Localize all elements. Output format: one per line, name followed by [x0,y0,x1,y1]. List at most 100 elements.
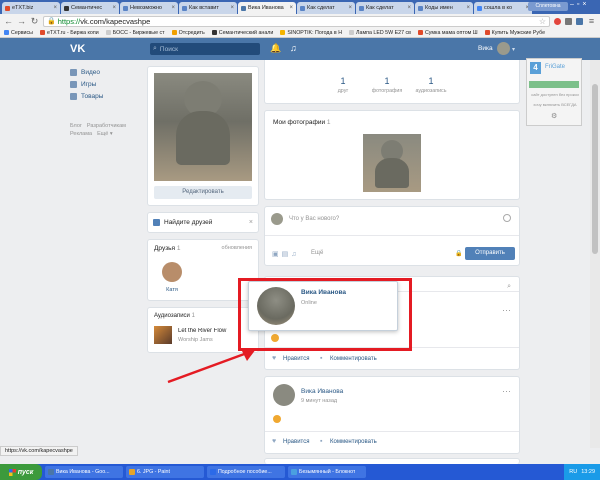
reload-icon[interactable]: ↻ [30,16,39,27]
bookmark-item[interactable]: eTXT.ru - Биржа копи [39,30,99,36]
comment-button[interactable]: Комментировать [330,439,377,445]
post-input[interactable]: Что у Вас нового? [289,216,339,222]
bell-icon[interactable]: 🔔 [270,43,281,54]
more-icon[interactable]: ··· [502,386,511,396]
close-tab-icon[interactable]: × [230,5,234,11]
user-name[interactable]: Вика [478,45,493,52]
like-button[interactable]: Нравится [283,439,309,445]
scrollbar-thumb[interactable] [592,84,598,254]
taskbar-item[interactable]: Вика Иванова - Goo... [45,466,123,478]
menu-icon[interactable]: ≡ [587,16,596,26]
footer-link[interactable]: Реклама [70,130,92,138]
window-controls[interactable]: –▫× [570,1,589,8]
back-icon[interactable]: ← [4,16,13,26]
frigate-always[interactable]: хочу включить ВСЕГДА [529,102,581,107]
star-icon[interactable]: ☆ [539,17,546,26]
close-icon[interactable]: × [249,219,253,226]
close-tab-icon[interactable]: × [53,5,57,11]
bookmark-item[interactable]: Отсредить [171,30,205,36]
vk-logo[interactable]: VK [70,43,85,55]
browser-tab[interactable]: сошла в ко× [474,2,532,14]
close-tab-icon[interactable]: × [289,5,293,11]
bookmark-item[interactable]: Семантический анали [211,30,273,36]
bookmark-item[interactable]: Сервисы [4,30,33,36]
app-icon [210,469,216,475]
search-icon[interactable]: ⌕ [507,283,511,291]
avatar[interactable] [497,42,510,55]
bookmark-item[interactable]: Сумка мама оптом Ш [417,30,478,36]
profile-photo[interactable] [154,73,252,181]
settings-icon[interactable]: ⚙ [551,112,557,120]
track-cover[interactable] [154,326,172,344]
extension-icon[interactable] [554,17,561,25]
favicon-icon [359,5,364,11]
browser-tab[interactable]: Коды имен × [415,2,473,14]
bookmark-icon [4,30,9,35]
more-icon[interactable]: ··· [502,305,511,315]
comment-icon[interactable]: ▪ [320,355,322,362]
clock: 13:29 [581,469,595,475]
browser-tab[interactable]: Как сделат × [356,2,414,14]
lock-icon[interactable]: 🔒 [455,250,462,257]
attach-more[interactable]: Ещё [311,250,323,256]
comment-button[interactable]: Комментировать [330,356,377,362]
extension-icon[interactable] [565,17,572,25]
browser-tab[interactable]: eTXT.biz × [2,2,60,14]
left-menu-item[interactable]: Игры [70,78,145,90]
bookmark-item[interactable]: БОСС - Биржевые ст [105,30,165,36]
close-tab-icon[interactable]: × [171,5,175,11]
browser-tab[interactable]: Семантичес × [61,2,119,14]
close-tab-icon[interactable]: × [466,5,470,11]
like-icon[interactable]: ♥ [272,438,276,445]
extension-icon[interactable] [576,17,583,25]
search-input[interactable]: ⌕ Поиск [150,43,260,55]
bookmark-item[interactable]: Купить Мужские Рубе [484,30,545,36]
close-tab-icon[interactable]: × [407,5,411,11]
profile-counter[interactable]: 1 друг [323,76,363,94]
audio-title[interactable]: Аудиозаписи 1 [154,313,195,319]
post-author[interactable]: Вика Иванова [301,388,343,395]
browser-tab[interactable]: Вика Иванова × [238,2,296,14]
send-button[interactable]: Отправить [465,247,515,260]
photos-title[interactable]: Мои фотографии 1 [273,119,331,126]
friend-name[interactable]: Катя [162,287,182,293]
bookmark-item[interactable]: SINOPTIK: Погода в Н [280,30,342,36]
taskbar-item[interactable]: 6. JPG - Paint [126,466,204,478]
friends-updates-link[interactable]: обновления [222,245,252,251]
browser-tab[interactable]: Как вставит × [179,2,237,14]
profile-label[interactable]: Сплетовна [528,2,568,11]
find-friends-card[interactable]: Найдите друзей × [147,212,259,233]
footer-link[interactable]: Разработчикам [87,122,126,130]
friends-title[interactable]: Друзья 1 [154,245,181,252]
close-tab-icon[interactable]: × [348,5,352,11]
browser-tab[interactable]: Невозможно × [120,2,178,14]
like-icon[interactable]: ♥ [272,355,276,362]
left-menu-item[interactable]: Видео [70,66,145,78]
attach-icons[interactable]: ▣▤♫ [272,250,299,258]
photo-thumbnail[interactable] [363,134,421,192]
like-button[interactable]: Нравится [283,356,309,362]
profile-counter[interactable]: 1 фотография [367,76,407,94]
chevron-down-icon[interactable]: ▾ [512,46,515,53]
start-button[interactable]: пуск [0,464,42,480]
profile-counter[interactable]: 1 аудиозапись [411,76,451,94]
edit-profile-button[interactable]: Редактировать [154,186,252,199]
settings-icon[interactable] [503,214,511,222]
taskbar-item[interactable]: Подробное пособие... [207,466,285,478]
friend-avatar[interactable] [162,262,182,282]
scrollbar[interactable] [590,60,600,448]
taskbar-item[interactable]: Безымянный - Блокнот [288,466,366,478]
language-indicator[interactable]: RU [569,469,577,475]
comment-icon[interactable]: ▪ [320,438,322,445]
close-tab-icon[interactable]: × [112,5,116,11]
browser-tab[interactable]: Как сделат × [297,2,355,14]
avatar[interactable] [273,384,295,406]
left-menu-item[interactable]: Товары [70,90,145,102]
post-time[interactable]: 9 минут назад [301,398,337,404]
bookmark-item[interactable]: Лампа LED 5W E27 св [349,30,411,36]
music-icon[interactable]: ♫ [290,43,297,53]
footer-link[interactable]: Блог [70,122,82,130]
footer-link[interactable]: Ещё ▾ [97,130,113,138]
forward-icon[interactable]: → [17,16,26,26]
url-field[interactable]: 🔒 https://vk.com/kapecvashpe ☆ [43,15,550,27]
